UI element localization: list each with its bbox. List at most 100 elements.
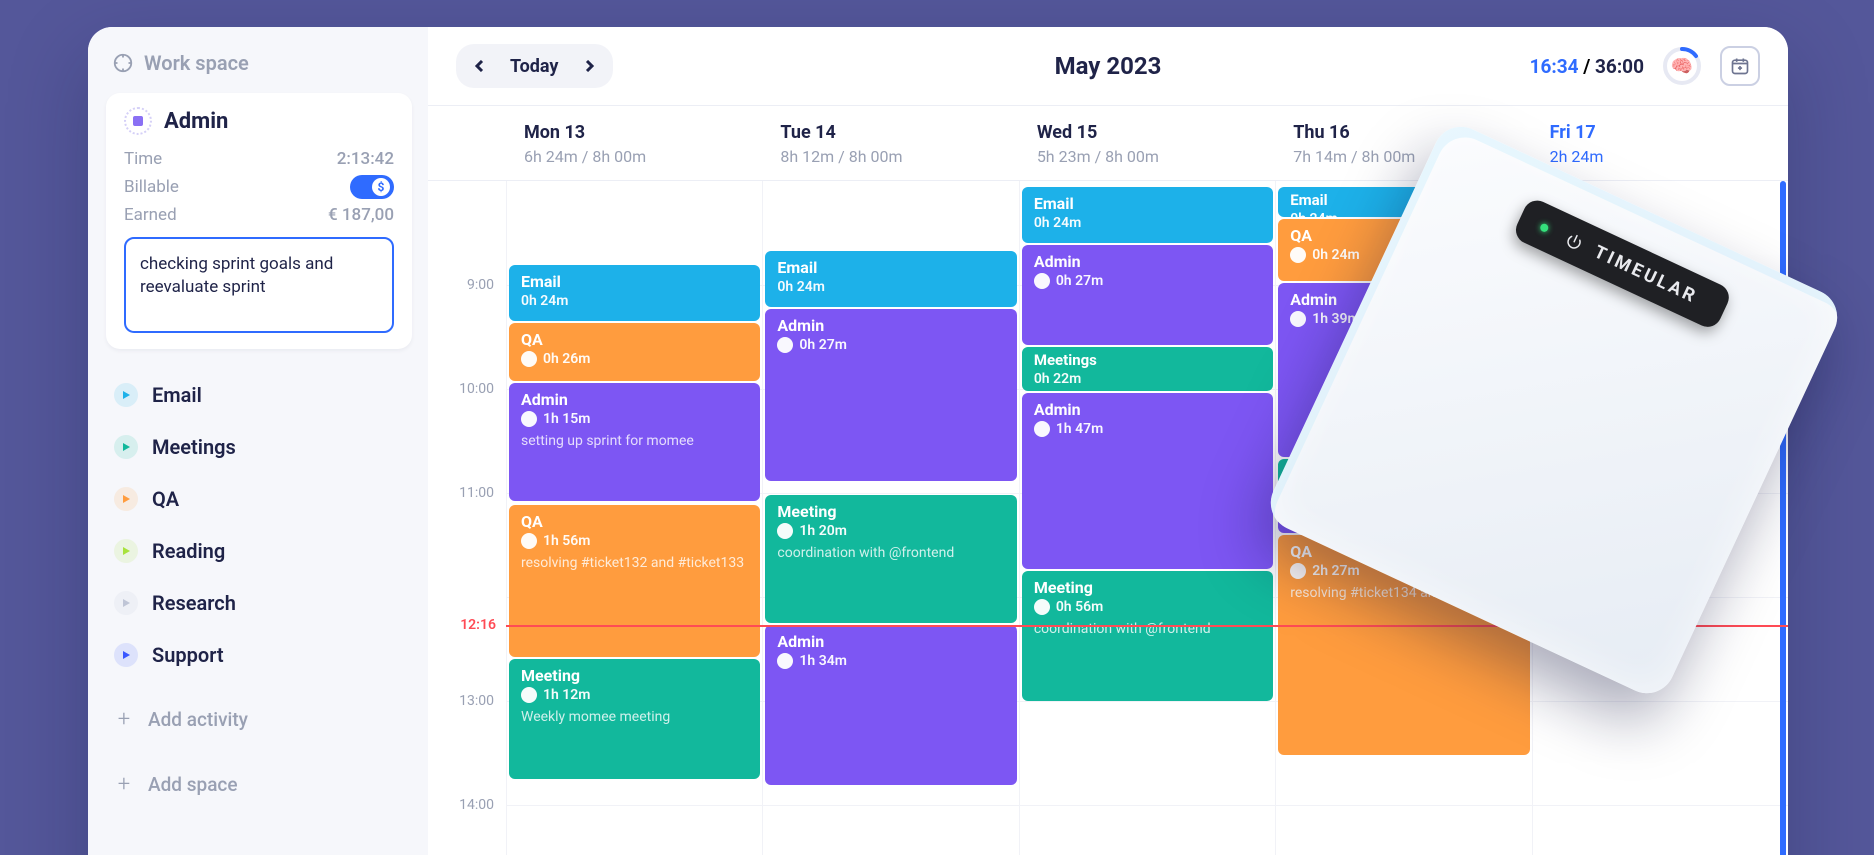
dollar-icon: $ xyxy=(777,653,793,669)
day-column-fri[interactable] xyxy=(1532,181,1788,855)
hour-label: 13:00 xyxy=(459,693,494,709)
hour-label: 10:00 xyxy=(459,381,494,397)
add-space-label: Add space xyxy=(148,773,238,796)
prev-button[interactable] xyxy=(462,48,498,84)
billable-toggle[interactable]: $ xyxy=(350,175,394,199)
dollar-icon: $ xyxy=(1034,273,1050,289)
sidebar-activity-research[interactable]: Research xyxy=(106,577,412,629)
hour-label: 14:00 xyxy=(459,797,494,813)
event-note: setting up sprint for momee xyxy=(521,433,748,451)
event-duration: 0h 24m xyxy=(1034,215,1081,231)
calendar-event[interactable]: Meeting$1h 20mcoordination with @fronten… xyxy=(765,495,1016,623)
calendar-event[interactable]: QA$0h 24m xyxy=(1278,219,1529,281)
day-column-thu[interactable]: Email0h 24mQA$0h 24mAdmin$1h 39mMeetings… xyxy=(1275,181,1531,855)
next-button[interactable] xyxy=(571,48,607,84)
calendar-event[interactable]: QA$2h 27mresolving #ticket134 and #ticke… xyxy=(1278,535,1529,755)
calendar-event[interactable]: Meetings 0h 22m xyxy=(1022,347,1273,391)
event-duration: 1h 39m xyxy=(1312,311,1359,327)
event-duration: 0h 22m xyxy=(1034,371,1081,387)
event-note: resolving #ticket134 and #ticket135 xyxy=(1290,585,1517,603)
sidebar-activity-reading[interactable]: Reading xyxy=(106,525,412,577)
calendar-add-button[interactable] xyxy=(1720,46,1760,86)
event-title: Admin xyxy=(777,317,1004,335)
day-name: Fri 17 xyxy=(1550,122,1770,143)
ratio-total: 36:00 xyxy=(1595,55,1644,78)
event-duration: 1h 12m xyxy=(543,687,590,703)
sidebar-activity-support[interactable]: Support xyxy=(106,629,412,681)
calendar-event[interactable]: QA$1h 56mresolving #ticket132 and #ticke… xyxy=(509,505,760,657)
calendar-event[interactable]: Admin$0h 27m xyxy=(765,309,1016,481)
sidebar: Work space Admin Time 2:13:42 Billable $… xyxy=(88,27,428,855)
calendar-event[interactable]: Admin$1h 15msetting up sprint for momee xyxy=(509,383,760,501)
event-title: QA xyxy=(1290,227,1517,245)
add-space-button[interactable]: + Add space xyxy=(106,758,412,811)
event-duration: 0h 24m xyxy=(521,293,568,309)
add-activity-button[interactable]: + Add activity xyxy=(106,693,412,746)
note-input[interactable]: checking sprint goals and reevaluate spr… xyxy=(124,237,394,333)
calendar-event[interactable]: Email0h 24m xyxy=(765,251,1016,307)
main-panel: Today May 2023 16:34 / 36:00 🧠 xyxy=(428,27,1788,855)
calendar-grid[interactable]: 9:0010:0011:0013:0014:0012:16 Email0h 24… xyxy=(428,181,1788,855)
calendar-event[interactable]: Meeting$1h 12mWeekly momee meeting xyxy=(509,659,760,779)
calendar-event[interactable]: Admin xyxy=(1278,507,1529,533)
workspace-header[interactable]: Work space xyxy=(106,45,412,81)
event-title: QA xyxy=(1290,543,1517,561)
event-duration: 0h 27m xyxy=(799,337,846,353)
calendar-event[interactable]: Meetings0h 25m xyxy=(1278,459,1529,505)
calendar-event[interactable]: QA$0h 26m xyxy=(509,323,760,381)
time-value: 2:13:42 xyxy=(337,149,394,169)
activity-label: Reading xyxy=(152,539,225,563)
dollar-icon: $ xyxy=(1290,563,1306,579)
plus-icon: + xyxy=(114,772,134,797)
calendar-event[interactable]: Admin$1h 47m xyxy=(1022,393,1273,569)
focus-indicator[interactable]: 🧠 xyxy=(1662,46,1702,86)
event-title: Meeting xyxy=(1034,579,1261,597)
day-name: Mon 13 xyxy=(524,122,744,143)
calendar-event[interactable]: Admin$1h 34m xyxy=(765,625,1016,785)
sidebar-activity-email[interactable]: Email xyxy=(106,369,412,421)
add-activity-label: Add activity xyxy=(148,708,248,731)
event-title: Admin xyxy=(521,391,748,409)
event-duration: 0h 24m xyxy=(777,279,824,295)
day-header-mon[interactable]: Mon 13 6h 24m / 8h 00m xyxy=(506,106,762,180)
active-activity-card: Admin Time 2:13:42 Billable $ Earned € 1… xyxy=(106,93,412,349)
today-button[interactable]: Today xyxy=(500,56,569,77)
event-note: coordination with @frontend xyxy=(777,545,1004,563)
dollar-icon: $ xyxy=(521,533,537,549)
calendar-event[interactable]: Admin$1h 39m xyxy=(1278,283,1529,457)
day-column-tue[interactable]: Email0h 24mAdmin$0h 27mMeeting$1h 20mcoo… xyxy=(762,181,1018,855)
day-columns: Email0h 24mQA$0h 26mAdmin$1h 15msetting … xyxy=(506,181,1788,855)
event-note: resolving #ticket132 and #ticket133 xyxy=(521,555,748,573)
compass-icon xyxy=(112,52,134,74)
hours-ratio: 16:34 / 36:00 xyxy=(1530,55,1644,78)
day-header-thu[interactable]: Thu 16 7h 14m / 8h 00m xyxy=(1275,106,1531,180)
day-column-wed[interactable]: Email0h 24mAdmin$0h 27m Meetings 0h 22m Adm… xyxy=(1019,181,1275,855)
calendar-event[interactable]: Meeting$0h 56mcoordination with @fronten… xyxy=(1022,571,1273,701)
day-summary: 5h 23m / 8h 00m xyxy=(1037,147,1257,166)
day-header-fri[interactable]: Fri 17 2h 24m xyxy=(1532,106,1788,180)
calendar-event[interactable]: Admin$0h 27m xyxy=(1022,245,1273,345)
day-header-tue[interactable]: Tue 14 8h 12m / 8h 00m xyxy=(762,106,1018,180)
progress-ring-icon xyxy=(1662,46,1702,86)
period-label: May 2023 xyxy=(1055,52,1162,80)
dollar-icon: $ xyxy=(521,687,537,703)
workspace-label: Work space xyxy=(144,51,249,75)
activity-label: Meetings xyxy=(152,435,236,459)
event-duration: 1h 20m xyxy=(799,523,846,539)
event-duration: 0h 24m xyxy=(1312,247,1359,263)
play-icon xyxy=(114,643,138,667)
event-title: Meetings xyxy=(1034,352,1261,369)
calendar-event[interactable]: Email0h 24m xyxy=(509,265,760,321)
day-summary: 7h 14m / 8h 00m xyxy=(1293,147,1513,166)
calendar-event[interactable]: Email0h 24m xyxy=(1278,187,1529,217)
day-column-mon[interactable]: Email0h 24mQA$0h 26mAdmin$1h 15msetting … xyxy=(506,181,762,855)
billable-label: Billable xyxy=(124,177,179,197)
dollar-icon: $ xyxy=(521,411,537,427)
day-header-wed[interactable]: Wed 15 5h 23m / 8h 00m xyxy=(1019,106,1275,180)
hour-label: 9:00 xyxy=(467,277,494,293)
sidebar-activity-qa[interactable]: QA xyxy=(106,473,412,525)
calendar-event[interactable]: Email0h 24m xyxy=(1022,187,1273,243)
event-duration: 0h 26m xyxy=(543,351,590,367)
sidebar-activity-meetings[interactable]: Meetings xyxy=(106,421,412,473)
hour-label: 11:00 xyxy=(459,485,494,501)
